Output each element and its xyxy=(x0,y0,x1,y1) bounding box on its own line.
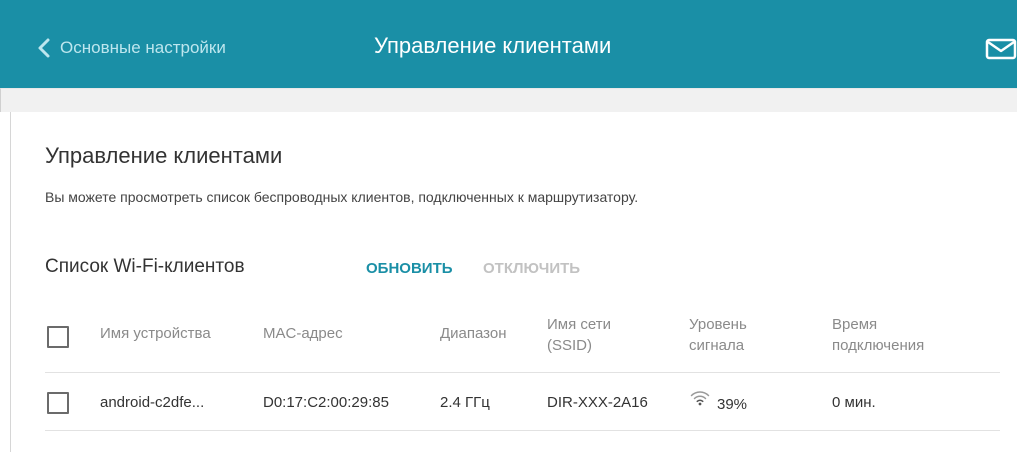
column-header-band: Диапазон xyxy=(440,325,507,342)
column-header-signal-line1: Уровень xyxy=(689,316,747,333)
column-header-signal: Уровень сигнала xyxy=(689,314,747,356)
select-all-checkbox[interactable] xyxy=(47,326,69,348)
page-title: Управление клиентами xyxy=(45,143,283,168)
cell-signal: 39% xyxy=(717,396,748,413)
column-header-ssid-line1: Имя сети xyxy=(547,316,611,333)
wifi-clients-list-title: Список Wi-Fi-клиентов xyxy=(45,256,245,277)
cell-mac: D0:17:C2:00:29:85 xyxy=(263,394,389,411)
chevron-left-icon xyxy=(38,38,50,58)
content-left-border xyxy=(10,112,11,452)
cell-band: 2.4 ГГц xyxy=(440,394,490,411)
column-header-time-line2: подключения xyxy=(832,337,925,354)
page-description: Вы можете просмотреть список беспроводны… xyxy=(45,189,639,205)
column-header-ssid-line2: (SSID) xyxy=(547,337,592,354)
column-header-ssid: Имя сети (SSID) xyxy=(547,314,611,356)
column-header-signal-line2: сигнала xyxy=(689,337,745,354)
column-header-device-name: Имя устройства xyxy=(100,325,211,342)
row-checkbox[interactable] xyxy=(47,392,69,414)
mail-icon[interactable] xyxy=(985,38,1017,60)
wifi-icon xyxy=(690,391,710,406)
table-header-divider xyxy=(45,372,1000,373)
cell-device-name: android-c2dfe... xyxy=(100,394,205,411)
back-link-label: Основные настройки xyxy=(60,38,226,57)
refresh-button[interactable]: ОБНОВИТЬ xyxy=(366,260,453,277)
top-header: Основные настройки Управление клиентами xyxy=(0,0,1017,88)
cell-connection-time: 0 мин. xyxy=(832,394,876,411)
back-link[interactable]: Основные настройки xyxy=(34,36,226,60)
header-divider-strip xyxy=(0,88,1017,112)
column-header-mac: MAC-адрес xyxy=(263,325,343,342)
column-header-connection-time: Время подключения xyxy=(832,314,924,356)
header-title: Управление клиентами xyxy=(374,33,612,58)
disconnect-button[interactable]: ОТКЛЮЧИТЬ xyxy=(483,260,580,277)
cell-ssid: DIR-XXX-2A16 xyxy=(547,394,648,411)
column-header-time-line1: Время xyxy=(832,316,878,333)
table-row-divider xyxy=(45,430,1000,431)
